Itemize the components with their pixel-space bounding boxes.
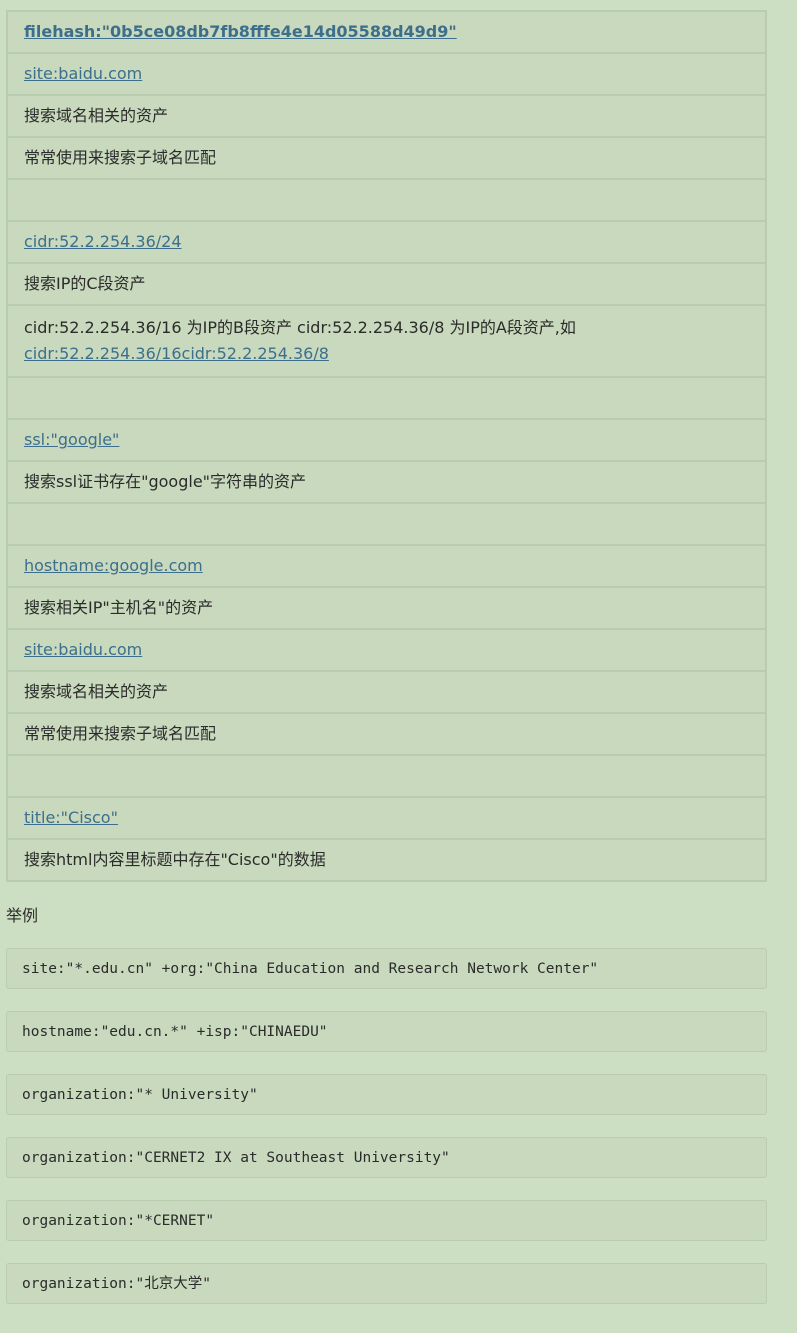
query-example-link[interactable]: cidr:52.2.254.36/16cidr:52.2.254.36/8 [24,344,329,363]
table-cell: 搜索IP的C段资产 [7,262,766,305]
empty-cell [7,376,766,419]
table-row [7,754,766,797]
query-example-link[interactable]: site:baidu.com [24,64,142,83]
table-row: cidr:52.2.254.36/16 为IP的B段资产 cidr:52.2.2… [7,304,766,377]
query-description: 搜索html内容里标题中存在"Cisco"的数据 [24,850,326,869]
query-example-link[interactable]: site:baidu.com [24,640,142,659]
table-cell: site:baidu.com [7,628,766,671]
query-example-link[interactable]: title:"Cisco" [24,808,118,827]
query-description: 搜索域名相关的资产 [24,106,169,125]
table-cell: filehash:"0b5ce08db7fb8fffe4e14d05588d49… [7,11,766,53]
query-description: 搜索IP的C段资产 [24,274,146,293]
content-area: filehash:"0b5ce08db7fb8fffe4e14d05588d49… [6,10,767,1326]
table-cell: hostname:google.com [7,544,766,587]
table-cell: cidr:52.2.254.36/24 [7,220,766,263]
table-cell: 搜索相关IP"主机名"的资产 [7,586,766,629]
table-row: 常常使用来搜索子域名匹配 [7,136,766,179]
table-row [7,178,766,221]
table-row: title:"Cisco" [7,796,766,839]
table-cell: 搜索域名相关的资产 [7,94,766,137]
code-example-block: organization:"CERNET2 IX at Southeast Un… [6,1137,767,1178]
table-row: filehash:"0b5ce08db7fb8fffe4e14d05588d49… [7,11,766,53]
query-example-link[interactable]: hostname:google.com [24,556,203,575]
table-row: 搜索域名相关的资产 [7,670,766,713]
query-description: 常常使用来搜索子域名匹配 [24,724,217,743]
table-row: 搜索相关IP"主机名"的资产 [7,586,766,629]
table-cell: title:"Cisco" [7,796,766,839]
query-syntax-table-body: filehash:"0b5ce08db7fb8fffe4e14d05588d49… [7,11,766,881]
table-cell: cidr:52.2.254.36/16 为IP的B段资产 cidr:52.2.2… [7,304,766,377]
examples-list: site:"*.edu.cn" +org:"China Education an… [6,948,767,1304]
table-cell: 搜索ssl证书存在"google"字符串的资产 [7,460,766,503]
query-description: 搜索域名相关的资产 [24,682,169,701]
table-cell: 搜索html内容里标题中存在"Cisco"的数据 [7,838,766,881]
table-row: 搜索域名相关的资产 [7,94,766,137]
code-example-block: site:"*.edu.cn" +org:"China Education an… [6,948,767,989]
empty-cell [7,754,766,797]
table-cell: ssl:"google" [7,418,766,461]
table-row: site:baidu.com [7,52,766,95]
table-row: 搜索ssl证书存在"google"字符串的资产 [7,460,766,503]
table-row: cidr:52.2.254.36/24 [7,220,766,263]
query-example-link[interactable]: cidr:52.2.254.36/24 [24,232,182,251]
table-cell: 常常使用来搜索子域名匹配 [7,136,766,179]
table-row: 搜索IP的C段资产 [7,262,766,305]
table-cell: 搜索域名相关的资产 [7,670,766,713]
table-row: ssl:"google" [7,418,766,461]
table-cell: site:baidu.com [7,52,766,95]
table-row: 常常使用来搜索子域名匹配 [7,712,766,755]
query-description: 搜索ssl证书存在"google"字符串的资产 [24,472,307,491]
query-description: 常常使用来搜索子域名匹配 [24,148,217,167]
examples-heading: 举例 [6,906,39,925]
code-example-block: organization:"* University" [6,1074,767,1115]
query-description: 搜索相关IP"主机名"的资产 [24,598,214,617]
code-example-block: organization:"北京大学" [6,1263,767,1304]
table-row: 搜索html内容里标题中存在"Cisco"的数据 [7,838,766,881]
query-description: cidr:52.2.254.36/16 为IP的B段资产 cidr:52.2.2… [24,318,576,337]
table-row [7,376,766,419]
query-example-link[interactable]: filehash:"0b5ce08db7fb8fffe4e14d05588d49… [24,22,457,41]
code-example-block: hostname:"edu.cn.*" +isp:"CHINAEDU" [6,1011,767,1052]
empty-cell [7,502,766,545]
table-cell: 常常使用来搜索子域名匹配 [7,712,766,755]
table-row: hostname:google.com [7,544,766,587]
code-example-block: organization:"*CERNET" [6,1200,767,1241]
table-row: site:baidu.com [7,628,766,671]
empty-cell [7,178,766,221]
table-row [7,502,766,545]
query-example-link[interactable]: ssl:"google" [24,430,119,449]
query-syntax-table: filehash:"0b5ce08db7fb8fffe4e14d05588d49… [6,10,767,882]
